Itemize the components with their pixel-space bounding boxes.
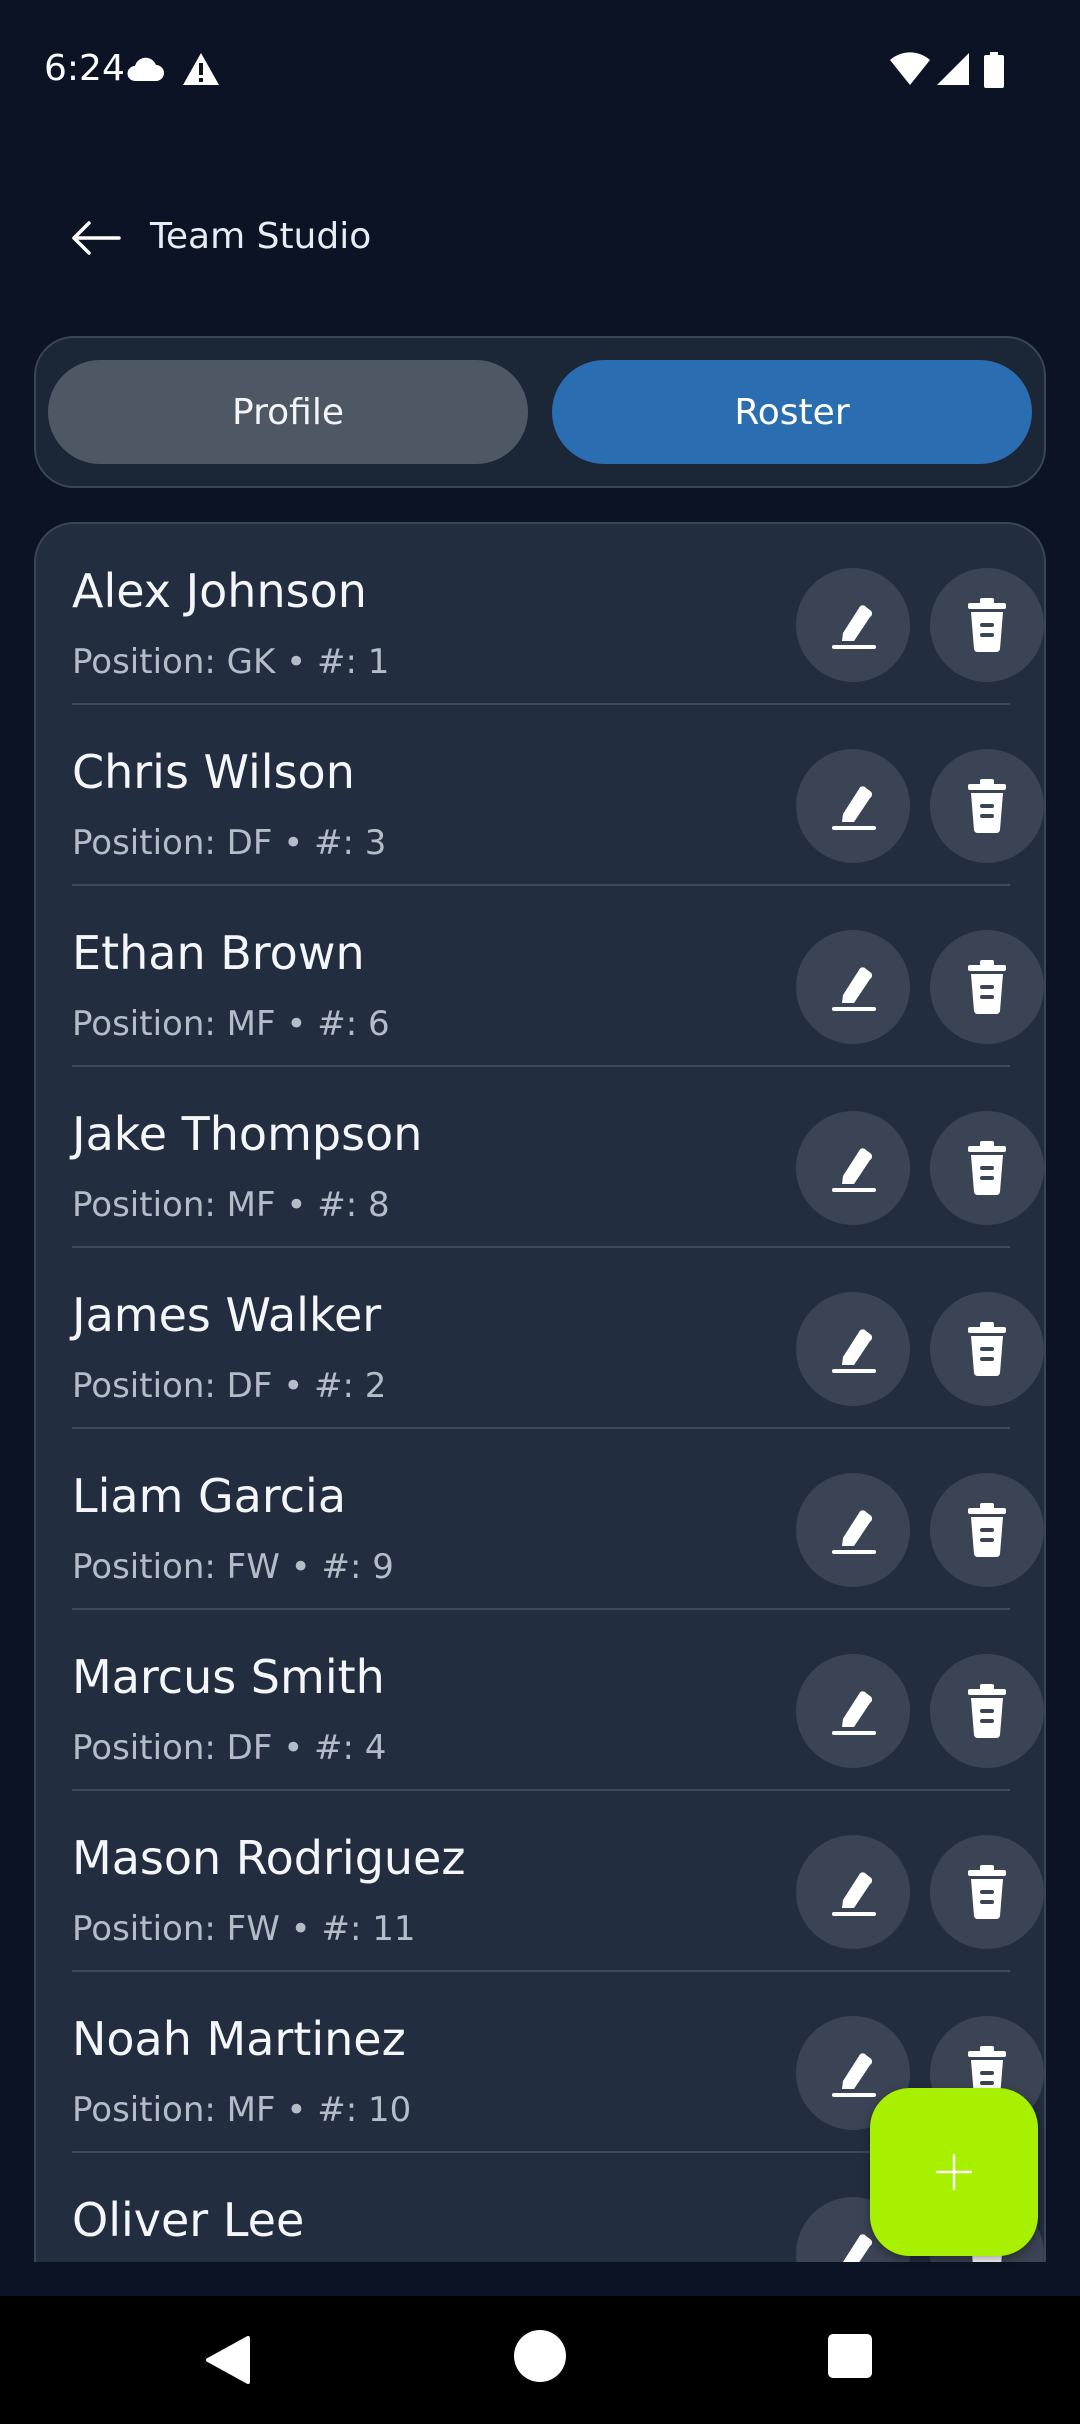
player-meta: Position: DF • #: 2 [72,1366,387,1406]
edit-icon [832,1148,876,1192]
edit-icon [832,1329,876,1373]
arrow-left-icon [72,221,121,255]
player-meta: Position: MF • #: 6 [72,1004,390,1044]
system-nav-bar [0,2296,1080,2424]
edit-player-button[interactable] [796,568,910,682]
trash-icon [968,1322,1006,1377]
delete-player-button[interactable] [930,1654,1044,1768]
edit-player-button[interactable] [796,749,910,863]
top-app-bar: Team Studio [0,190,1080,286]
segmented-tabs: Profile Roster [34,336,1046,488]
battery-icon [984,52,1004,88]
edit-icon [832,1872,876,1916]
player-name: James Walker [72,1288,382,1342]
trash-icon [968,1141,1006,1196]
nav-back-icon[interactable] [200,2332,256,2388]
edit-player-button[interactable] [796,1654,910,1768]
status-time: 6:24 [44,48,125,89]
edit-player-button[interactable] [796,1292,910,1406]
signal-icon [937,53,969,85]
trash-icon [968,598,1006,653]
edit-icon [832,605,876,649]
tab-profile-label: Profile [232,391,344,433]
player-row[interactable]: Marcus Smith Position: DF • #: 4 [72,1610,1044,1791]
player-name: Noah Martinez [72,2012,406,2066]
player-name: Alex Johnson [72,564,367,618]
edit-player-button[interactable] [796,930,910,1044]
player-name: Mason Rodriguez [72,1831,466,1885]
trash-icon [968,1684,1006,1739]
player-row[interactable]: Liam Garcia Position: FW • #: 9 [72,1429,1044,1610]
tab-roster[interactable]: Roster [552,360,1032,464]
player-meta: Position: MF • #: 10 [72,2090,412,2130]
wifi-icon [890,52,930,85]
screen: 6:24 Team Studio Profile Roster Alex Joh… [0,0,1080,2424]
player-row[interactable]: Alex Johnson Position: GK • #: 1 [72,524,1044,705]
delete-player-button[interactable] [930,930,1044,1044]
player-meta: Position: MF • #: 8 [72,1185,390,1225]
status-bar: 6:24 [0,0,1080,140]
player-meta: Position: FW • #: 9 [72,1547,394,1587]
roster-list: Alex Johnson Position: GK • #: 1 Chris W… [34,522,1046,2262]
page-title: Team Studio [150,216,372,257]
edit-icon [832,1510,876,1554]
player-name: Chris Wilson [72,745,355,799]
delete-player-button[interactable] [930,749,1044,863]
player-row[interactable]: Mason Rodriguez Position: FW • #: 11 [72,1791,1044,1972]
edit-player-button[interactable] [796,1111,910,1225]
delete-player-button[interactable] [930,1111,1044,1225]
back-button[interactable] [64,210,128,266]
player-meta: Position: GK • #: 1 [72,642,390,682]
edit-icon [832,967,876,1011]
delete-player-button[interactable] [930,1292,1044,1406]
trash-icon [968,779,1006,834]
player-row[interactable]: James Walker Position: DF • #: 2 [72,1248,1044,1429]
player-name: Liam Garcia [72,1469,347,1523]
player-meta: Position: DF • #: 4 [72,1728,387,1768]
edit-icon [832,1691,876,1735]
trash-icon [968,1865,1006,1920]
player-name: Jake Thompson [72,1107,423,1161]
cloud-icon [127,57,164,81]
plus-icon [935,2153,973,2191]
player-meta: Position: DF • #: 3 [72,823,387,863]
tab-profile[interactable]: Profile [48,360,528,464]
player-row[interactable]: Jake Thompson Position: MF • #: 8 [72,1067,1044,1248]
player-name: Marcus Smith [72,1650,385,1704]
player-name: Ethan Brown [72,926,365,980]
alert-icon [183,53,219,85]
player-row[interactable]: Chris Wilson Position: DF • #: 3 [72,705,1044,886]
add-player-fab[interactable] [870,2088,1038,2256]
trash-icon [968,1503,1006,1558]
player-meta: Position: FW • #: 11 [72,1909,416,1949]
edit-icon [832,786,876,830]
edit-icon [843,2234,873,2262]
edit-icon [832,2053,876,2097]
nav-home-icon[interactable] [514,2330,566,2382]
edit-player-button[interactable] [796,1473,910,1587]
delete-player-button[interactable] [930,1473,1044,1587]
nav-recents-icon[interactable] [828,2334,872,2378]
tab-roster-label: Roster [734,391,850,433]
player-row[interactable]: Ethan Brown Position: MF • #: 6 [72,886,1044,1067]
trash-icon [968,960,1006,1015]
edit-player-button[interactable] [796,1835,910,1949]
player-name: Oliver Lee [72,2193,305,2247]
delete-player-button[interactable] [930,568,1044,682]
delete-player-button[interactable] [930,1835,1044,1949]
